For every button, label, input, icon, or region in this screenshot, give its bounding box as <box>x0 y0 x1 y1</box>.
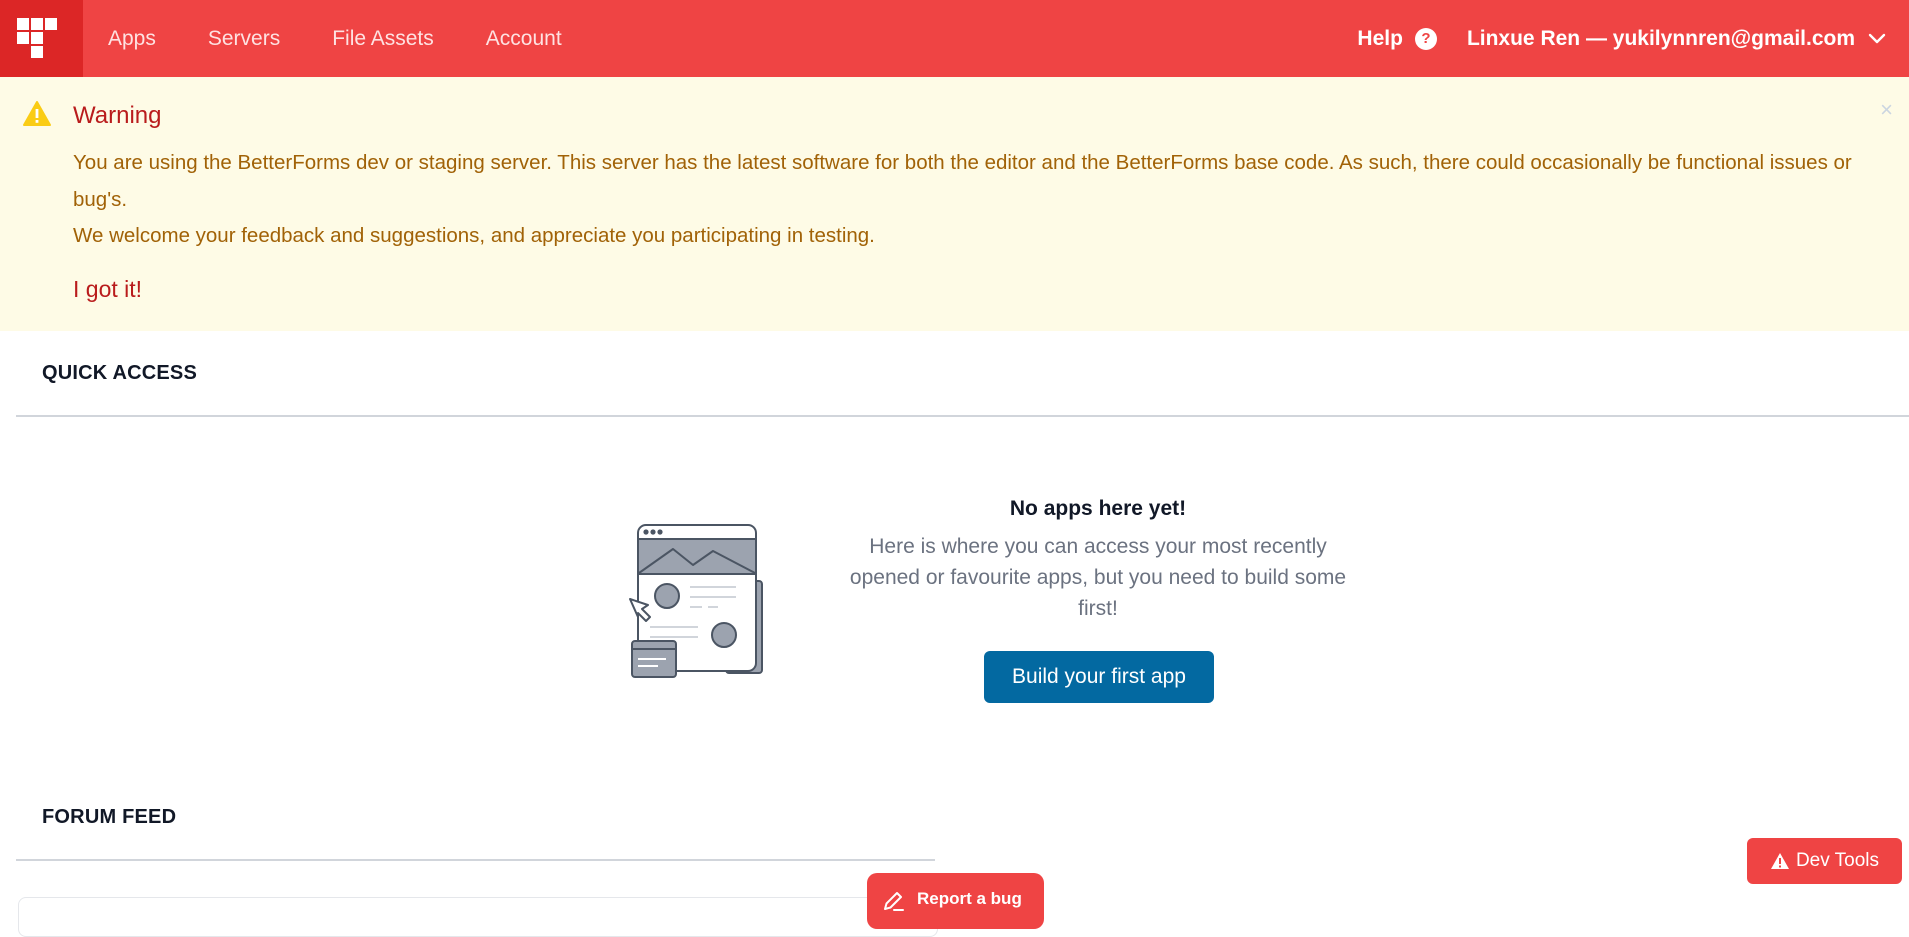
help-circle-icon: ? <box>1414 27 1437 50</box>
help-menu[interactable]: Help ? <box>1357 27 1437 51</box>
warning-title: Warning <box>73 102 162 129</box>
dev-tools-button[interactable]: Dev Tools <box>1747 838 1902 884</box>
report-bug-button[interactable]: Report a bug <box>867 873 1044 929</box>
user-menu[interactable]: Linxue Ren — yukilynnren@gmail.com <box>1467 27 1887 51</box>
chevron-down-icon <box>1868 33 1886 43</box>
main-nav: Apps Servers File Assets Account <box>108 27 614 51</box>
warning-message-line-1: You are using the BetterForms dev or sta… <box>73 151 1852 211</box>
empty-apps-illustration-icon <box>629 524 763 678</box>
warning-triangle-icon <box>1770 853 1789 869</box>
nav-apps[interactable]: Apps <box>108 27 156 51</box>
top-nav-bar: Apps Servers File Assets Account Help ? … <box>0 0 1909 77</box>
forum-feed-divider <box>16 859 935 861</box>
close-icon[interactable]: × <box>1880 97 1893 123</box>
report-bug-label: Report a bug <box>917 889 1022 908</box>
nav-file-assets[interactable]: File Assets <box>332 27 434 51</box>
quick-access-divider <box>16 415 1909 417</box>
pencil-icon <box>884 892 904 911</box>
empty-state-heading: No apps here yet! <box>1009 497 1187 520</box>
app-logo[interactable] <box>0 0 83 77</box>
quick-access-title: QUICK ACCESS <box>42 362 198 384</box>
user-label: Linxue Ren — yukilynnren@gmail.com <box>1466 26 1855 50</box>
nav-account[interactable]: Account <box>486 27 562 51</box>
empty-state-text: Here is where you can access your most r… <box>849 535 1347 620</box>
acknowledge-link[interactable]: I got it! <box>73 276 142 303</box>
nav-servers[interactable]: Servers <box>208 27 280 51</box>
build-first-app-button[interactable]: Build your first app <box>984 651 1214 703</box>
warning-triangle-icon <box>23 101 51 126</box>
warning-message-line-2: We welcome your feedback and suggestions… <box>73 224 875 247</box>
warning-message: You are using the BetterForms dev or sta… <box>73 145 1883 255</box>
logo-icon <box>16 17 57 58</box>
dev-tools-label: Dev Tools <box>1795 850 1880 871</box>
forum-feed-card <box>18 897 938 937</box>
warning-banner: Warning × You are using the BetterForms … <box>0 77 1909 331</box>
help-label: Help <box>1357 26 1403 50</box>
forum-feed-title: FORUM FEED <box>42 806 177 828</box>
nav-right: Help ? Linxue Ren — yukilynnren@gmail.co… <box>1357 27 1909 51</box>
